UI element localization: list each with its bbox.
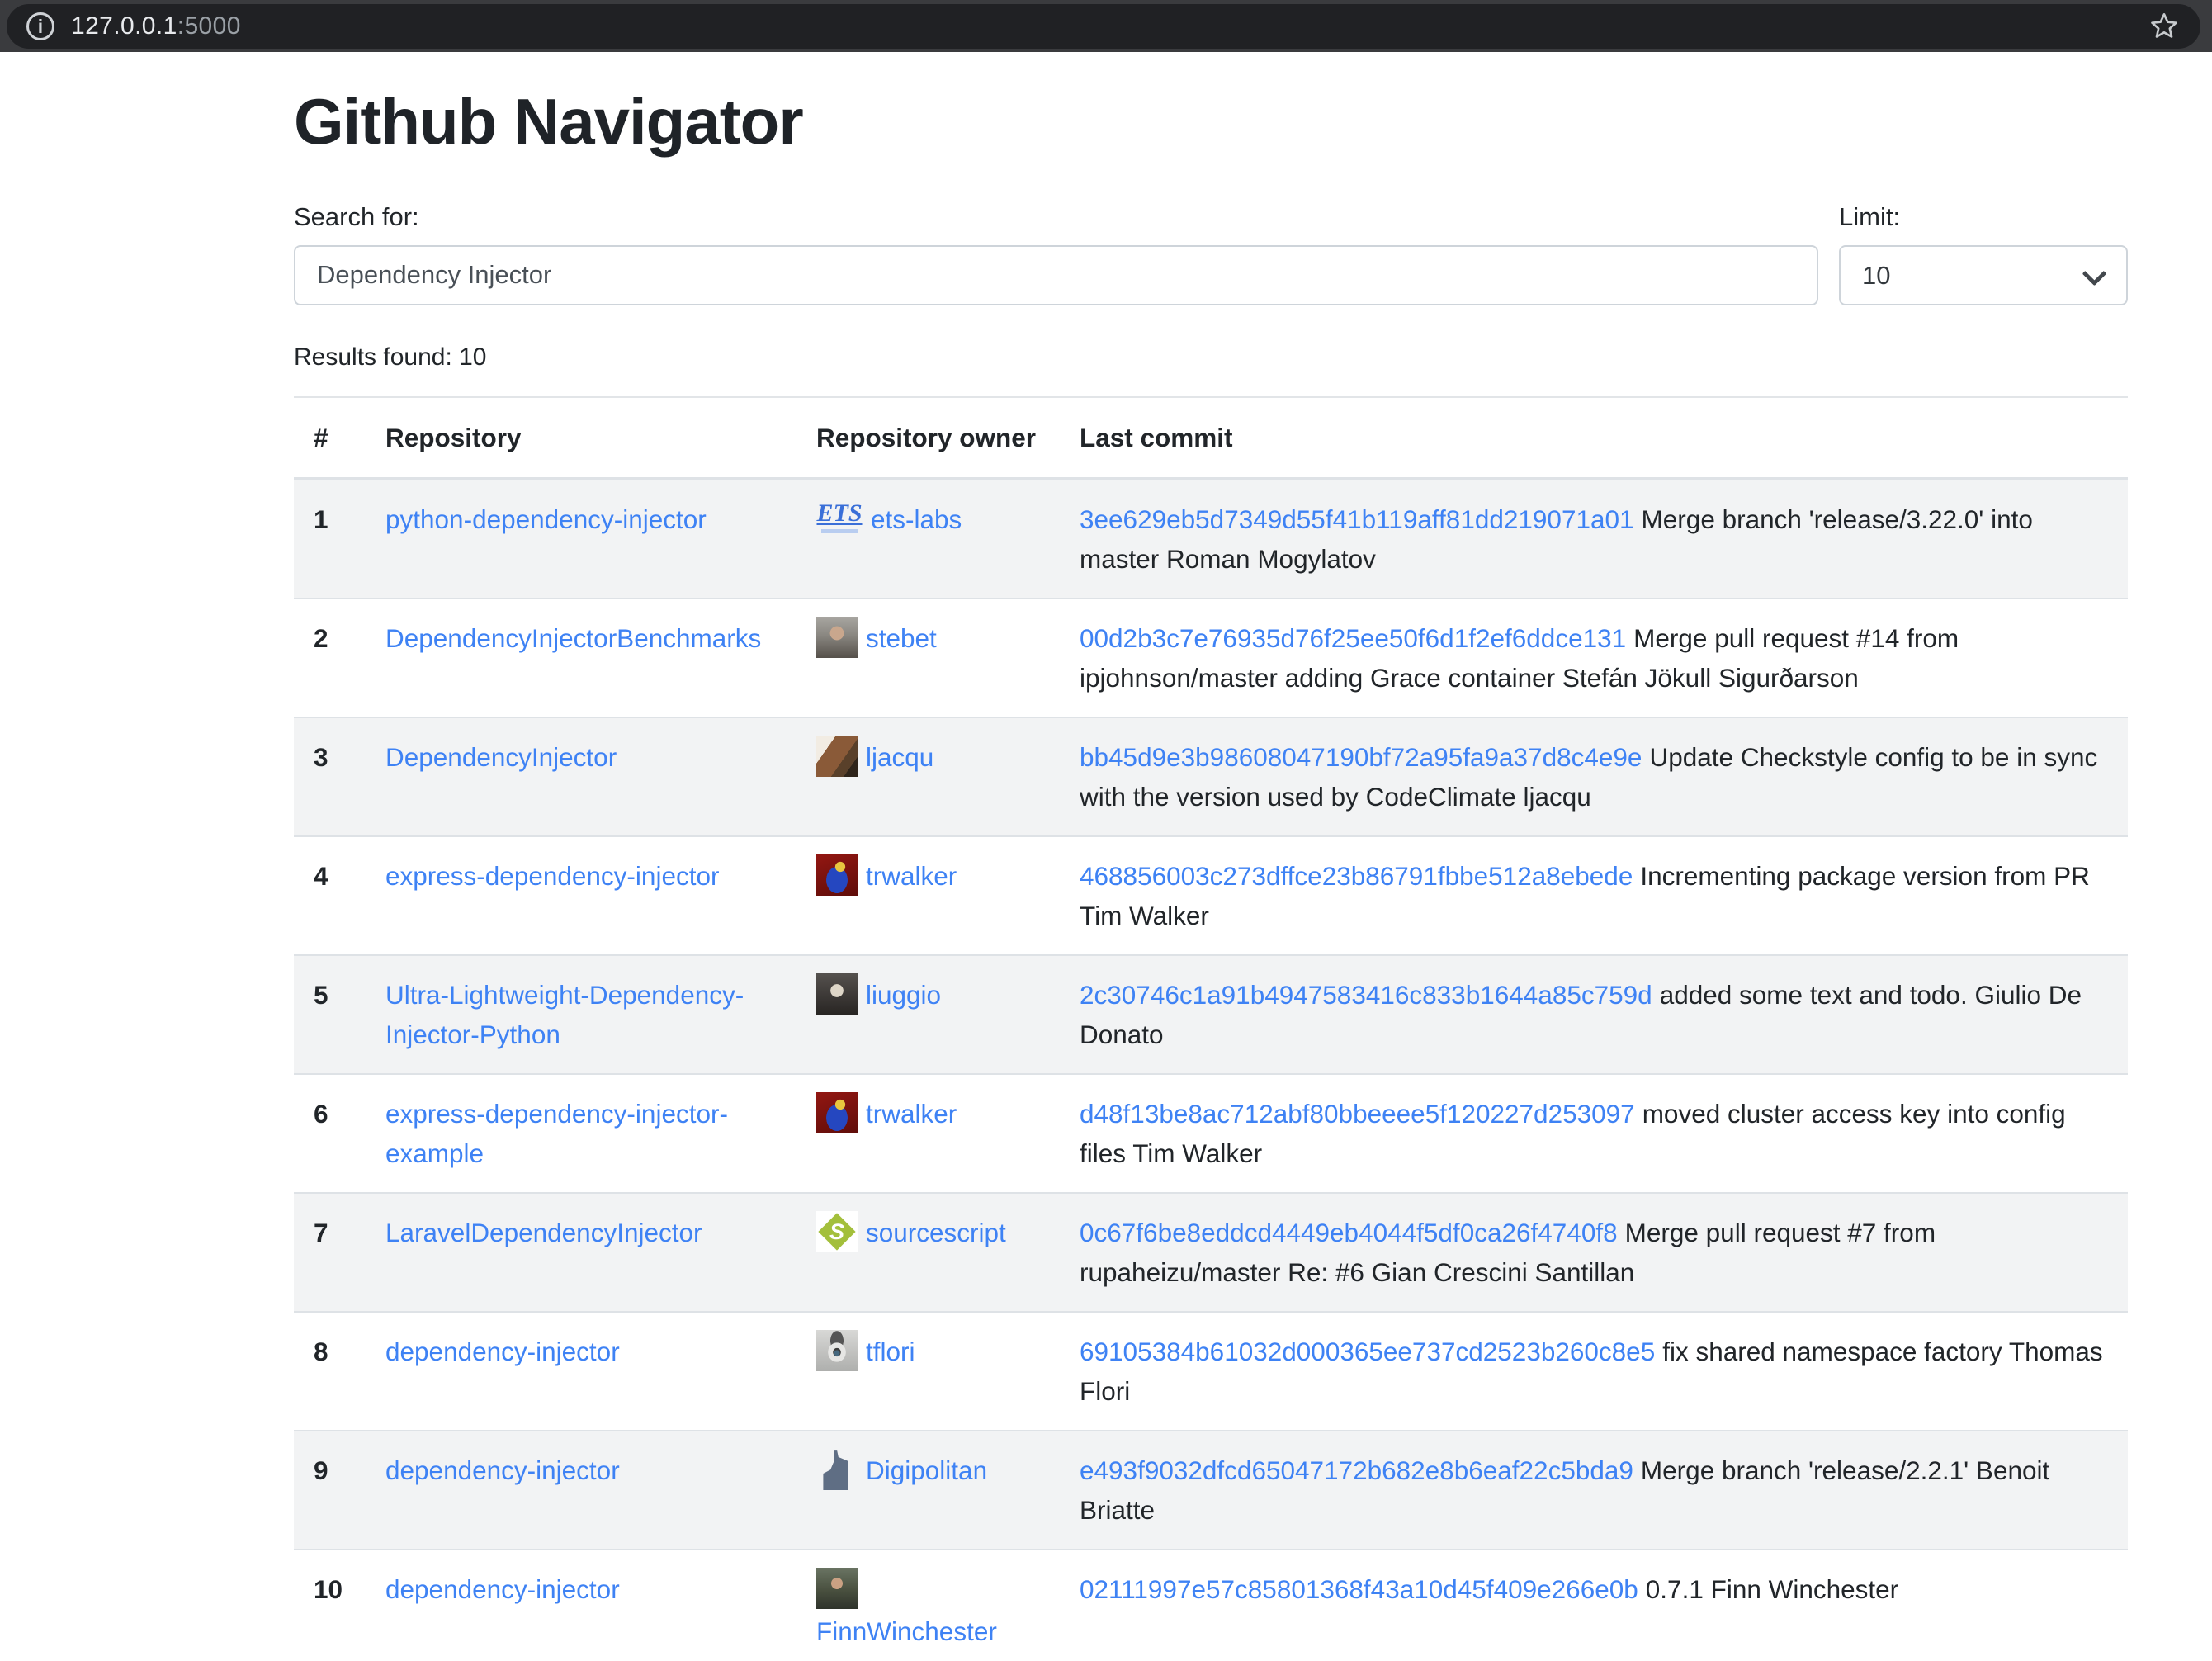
repo-link[interactable]: DependencyInjectorBenchmarks <box>385 623 761 653</box>
column-header-commit: Last commit <box>1060 397 2128 479</box>
address-bar[interactable]: i 127.0.0.1:5000 <box>7 4 2200 49</box>
bookmark-star-icon[interactable] <box>2146 8 2182 45</box>
owner-link[interactable]: ljacqu <box>866 742 933 772</box>
row-number: 7 <box>294 1193 366 1312</box>
column-header-owner: Repository owner <box>796 397 1060 479</box>
owner-link[interactable]: stebet <box>866 623 937 653</box>
url-text[interactable]: 127.0.0.1:5000 <box>71 12 241 40</box>
table-row: 2 DependencyInjectorBenchmarks stebet 00… <box>294 599 2128 717</box>
repo-link[interactable]: LaravelDependencyInjector <box>385 1218 702 1247</box>
owner-link[interactable]: tflori <box>866 1337 915 1366</box>
results-table: # Repository Repository owner Last commi… <box>294 396 2128 1661</box>
row-number: 1 <box>294 479 366 599</box>
commit-hash-link[interactable]: 02111997e57c85801368f43a10d45f409e266e0b <box>1080 1574 1638 1604</box>
ets-labs-logo-icon: ETS <box>816 501 863 536</box>
limit-label: Limit: <box>1839 202 2128 232</box>
owner-link[interactable]: liuggio <box>866 980 941 1010</box>
repo-link[interactable]: dependency-injector <box>385 1455 620 1485</box>
sourcescript-diamond-logo-icon: S <box>816 1211 858 1252</box>
url-host: 127.0.0.1 <box>71 12 177 40</box>
row-number: 5 <box>294 955 366 1074</box>
row-number: 4 <box>294 836 366 955</box>
repo-link[interactable]: python-dependency-injector <box>385 504 707 534</box>
row-number: 6 <box>294 1074 366 1193</box>
commit-hash-link[interactable]: e493f9032dfcd65047172b682e8b6eaf22c5bda9 <box>1080 1455 1633 1485</box>
commit-hash-link[interactable]: 00d2b3c7e76935d76f25ee50f6d1f2ef6ddce131 <box>1080 623 1626 653</box>
results-summary: Results found: 10 <box>294 343 2128 371</box>
repo-link[interactable]: express-dependency-injector <box>385 861 719 891</box>
limit-select[interactable]: 10 <box>1839 245 2128 305</box>
owner-link[interactable]: ets-labs <box>871 504 962 534</box>
table-row: 3 DependencyInjector ljacqu bb45d9e3b986… <box>294 717 2128 836</box>
commit-hash-link[interactable]: 69105384b61032d000365ee737cd2523b260c8e5 <box>1080 1337 1655 1366</box>
url-port: :5000 <box>177 12 241 40</box>
commit-hash-link[interactable]: 468856003c273dffce23b86791fbbe512a8ebede <box>1080 861 1633 891</box>
commit-hash-link[interactable]: 2c30746c1a91b4947583416c833b1644a85c759d <box>1080 980 1652 1010</box>
commit-hash-link[interactable]: bb45d9e3b98608047190bf72a95fa9a37d8c4e9e <box>1080 742 1642 772</box>
table-row: 6 express-dependency-injector-example tr… <box>294 1074 2128 1193</box>
row-number: 8 <box>294 1312 366 1431</box>
column-header-num: # <box>294 397 366 479</box>
user-avatar <box>816 1330 858 1371</box>
digipolitan-building-logo-icon <box>816 1449 858 1490</box>
table-row: 8 dependency-injector tflori 69105384b61… <box>294 1312 2128 1431</box>
owner-link[interactable]: FinnWinchester <box>816 1616 997 1646</box>
table-row: 1 python-dependency-injector ETS ets-labs… <box>294 479 2128 599</box>
table-row: 9 dependency-injector Digipolitan e493f9… <box>294 1431 2128 1550</box>
search-form: Search for: Limit: 10 <box>294 202 2128 305</box>
search-label: Search for: <box>294 202 1818 232</box>
page-title: Github Navigator <box>294 82 2128 163</box>
repo-link[interactable]: dependency-injector <box>385 1337 620 1366</box>
repo-link[interactable]: DependencyInjector <box>385 742 617 772</box>
browser-top-bar: i 127.0.0.1:5000 <box>0 0 2212 52</box>
commit-hash-link[interactable]: 0c67f6be8eddcd4449eb4044f5df0ca26f4740f8 <box>1080 1218 1618 1247</box>
table-row: 10 dependency-injector FinnWinchester 02… <box>294 1550 2128 1661</box>
user-avatar <box>816 1092 858 1133</box>
user-avatar <box>816 973 858 1015</box>
table-header-row: # Repository Repository owner Last commi… <box>294 397 2128 479</box>
user-avatar <box>816 617 858 658</box>
table-row: 5 Ultra-Lightweight-Dependency-Injector-… <box>294 955 2128 1074</box>
search-input[interactable] <box>294 245 1818 305</box>
row-number: 9 <box>294 1431 366 1550</box>
commit-hash-link[interactable]: 3ee629eb5d7349d55f41b119aff81dd219071a01 <box>1080 504 1634 534</box>
info-circle-icon[interactable]: i <box>26 12 54 40</box>
user-avatar <box>816 854 858 896</box>
owner-link[interactable]: trwalker <box>866 1099 957 1129</box>
column-header-repository: Repository <box>366 397 796 479</box>
row-number: 2 <box>294 599 366 717</box>
user-avatar <box>816 736 858 777</box>
commit-hash-link[interactable]: d48f13be8ac712abf80bbeeee5f120227d253097 <box>1080 1099 1635 1129</box>
owner-link[interactable]: sourcescript <box>866 1218 1006 1247</box>
commit-message: 0.7.1 Finn Winchester <box>1646 1574 1898 1604</box>
table-row: 4 express-dependency-injector trwalker 4… <box>294 836 2128 955</box>
row-number: 3 <box>294 717 366 836</box>
owner-link[interactable]: trwalker <box>866 861 957 891</box>
page-content: Github Navigator Search for: Limit: 10 R… <box>0 82 2212 1661</box>
table-row: 7 LaravelDependencyInjector Ssourcescrip… <box>294 1193 2128 1312</box>
repo-link[interactable]: Ultra-Lightweight-Dependency-Injector-Py… <box>385 980 744 1049</box>
repo-link[interactable]: express-dependency-injector-example <box>385 1099 728 1168</box>
limit-select-wrap: 10 <box>1839 245 2128 305</box>
row-number: 10 <box>294 1550 366 1661</box>
owner-link[interactable]: Digipolitan <box>866 1455 987 1485</box>
user-avatar <box>816 1568 858 1609</box>
repo-link[interactable]: dependency-injector <box>385 1574 620 1604</box>
